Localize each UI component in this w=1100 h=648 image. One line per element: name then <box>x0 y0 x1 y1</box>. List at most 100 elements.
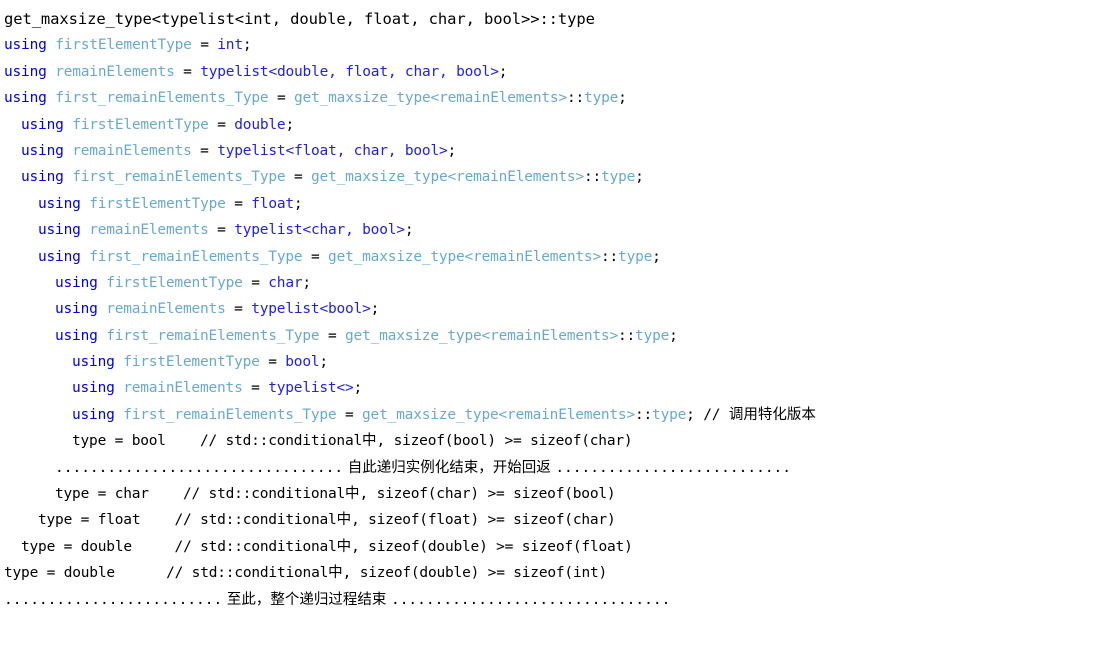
code-token: ........................... <box>555 459 792 476</box>
code-token: firstElementType <box>55 37 192 54</box>
code-line: ......................... 至此，整个递归过程结束 ..… <box>4 587 1100 613</box>
code-token: ; <box>686 406 704 423</box>
code-token: firstElementType <box>106 274 243 291</box>
code-token: using <box>4 90 47 107</box>
code-token: type = double <box>4 565 167 582</box>
code-token: ; <box>669 327 678 344</box>
code-token: ; <box>242 37 252 54</box>
code-token: = <box>191 37 218 54</box>
code-token: , sizeof(float) >= sizeof(char) <box>351 512 616 529</box>
code-token: type <box>601 169 636 186</box>
code-token: ; <box>285 116 294 133</box>
code-token: char <box>268 274 303 291</box>
code-token: remainElements <box>72 142 192 159</box>
code-line: using remainElements = typelist<char, bo… <box>4 217 1100 243</box>
code-token: // std::conditional <box>199 433 363 450</box>
code-token: firstElementType <box>89 195 226 212</box>
code-token: 至此，整个递归过程结束 <box>222 591 391 608</box>
code-token: using <box>72 380 115 397</box>
code-token: :: <box>600 248 619 265</box>
code-token: = <box>302 248 329 265</box>
code-token: , sizeof(double) >= sizeof(float) <box>351 538 633 555</box>
code-token: using <box>21 116 64 133</box>
code-token: type = bool <box>72 433 200 450</box>
code-token: 中 <box>336 512 352 529</box>
code-token: ......................... <box>4 591 223 608</box>
code-token: :: <box>566 90 585 107</box>
code-token: ; <box>353 380 363 397</box>
code-token: using <box>38 195 81 212</box>
code-token: ; <box>293 195 303 212</box>
code-token: typelist<double, float, char, bool> <box>200 63 499 80</box>
code-token: first_remainElements_Type <box>106 327 320 344</box>
code-token: , sizeof(double) >= sizeof(int) <box>342 565 608 582</box>
code-token: using <box>72 406 115 423</box>
code-token: ; <box>319 354 328 371</box>
code-token: = <box>208 116 235 133</box>
code-token: bool <box>285 354 320 371</box>
code-token: remainElements <box>123 380 243 397</box>
code-line: using first_remainElements_Type = get_ma… <box>4 244 1100 270</box>
code-token: ; <box>370 301 380 318</box>
code-token: get_maxsize_type<remainElements> <box>294 90 567 107</box>
code-line: get_maxsize_type<typelist<int, double, f… <box>4 6 1100 32</box>
code-line: using firstElementType = float; <box>4 191 1100 217</box>
code-token: = <box>208 222 235 239</box>
code-line: type = bool // std::conditional中, sizeof… <box>4 428 1100 454</box>
code-line: using remainElements = typelist<float, c… <box>4 138 1100 164</box>
code-token: ; <box>498 63 508 80</box>
code-token: get_maxsize_type<typelist<int, double, f… <box>4 10 595 28</box>
code-token: 调用特化版本 <box>728 406 816 423</box>
code-token: float <box>251 195 294 212</box>
code-token: int <box>217 37 243 54</box>
code-line: type = double // std::conditional中, size… <box>4 534 1100 560</box>
code-line: type = double // std::conditional中, size… <box>4 560 1100 586</box>
code-token: type <box>652 406 687 423</box>
code-line: using first_remainElements_Type = get_ma… <box>4 402 1100 428</box>
code-token: type <box>584 90 619 107</box>
code-line: using remainElements = typelist<bool>; <box>4 296 1100 322</box>
code-trace-listing: get_maxsize_type<typelist<int, double, f… <box>0 0 1100 613</box>
code-token: using <box>4 63 47 80</box>
code-token: get_maxsize_type<remainElements> <box>345 327 618 344</box>
code-token: , sizeof(char) >= sizeof(bool) <box>359 486 616 503</box>
code-token: get_maxsize_type<remainElements> <box>362 406 635 423</box>
code-token: ; <box>618 90 627 107</box>
code-token: :: <box>634 406 653 423</box>
code-token: = <box>242 274 269 291</box>
code-token: = <box>319 327 346 344</box>
code-token: first_remainElements_Type <box>72 169 286 186</box>
code-token: remainElements <box>55 63 175 80</box>
code-token: 中 <box>345 486 360 503</box>
code-line: ................................. 自此递归实例… <box>4 455 1100 481</box>
code-token: // std::conditional <box>182 486 346 503</box>
code-token: = <box>242 380 269 397</box>
code-token: // std::conditional <box>174 538 337 555</box>
code-token: typelist<float, char, bool> <box>217 142 448 159</box>
code-token: = <box>225 301 252 318</box>
code-token: type = float <box>38 512 175 529</box>
code-token: ; <box>404 222 414 239</box>
code-line: using first_remainElements_Type = get_ma… <box>4 323 1100 349</box>
code-token: = <box>174 63 201 80</box>
code-token: ; <box>447 142 457 159</box>
code-line: using first_remainElements_Type = get_ma… <box>4 164 1100 190</box>
code-token: using <box>4 37 47 54</box>
code-token: type = char <box>55 486 183 503</box>
code-token: ; <box>302 274 311 291</box>
code-token: first_remainElements_Type <box>123 406 337 423</box>
code-token: firstElementType <box>72 116 209 133</box>
code-token: remainElements <box>89 222 209 239</box>
code-token: :: <box>617 327 636 344</box>
code-token: first_remainElements_Type <box>89 248 303 265</box>
